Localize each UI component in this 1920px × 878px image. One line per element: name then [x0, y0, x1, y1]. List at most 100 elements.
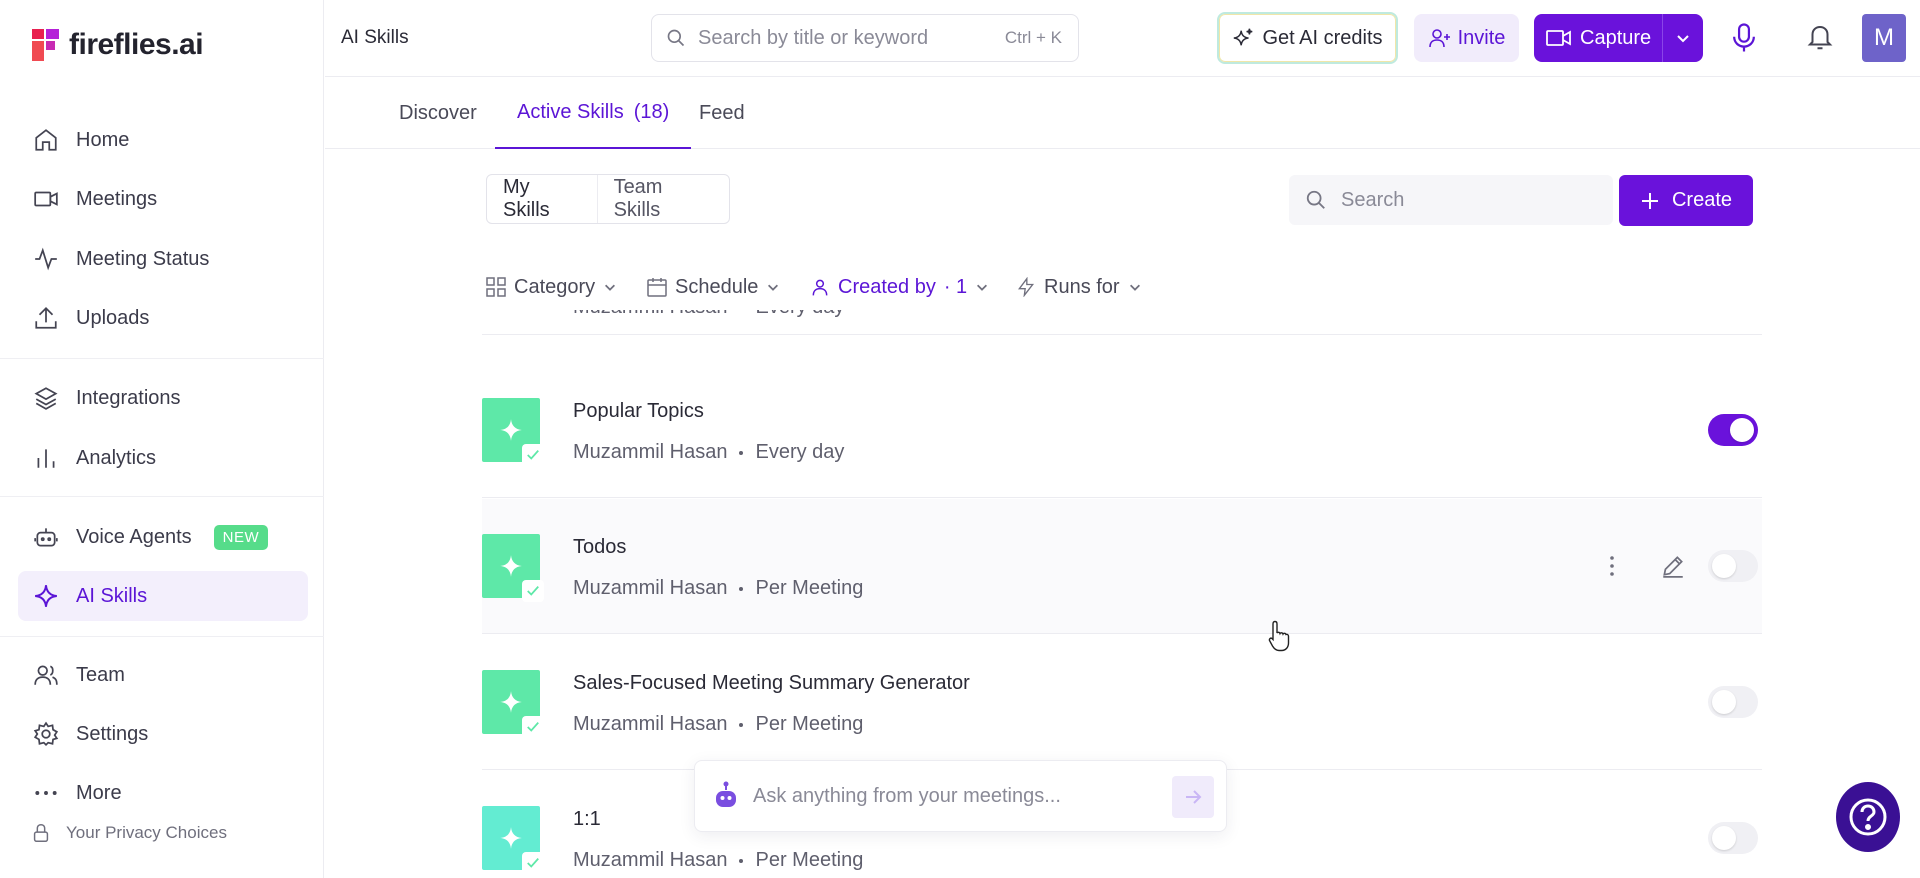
skill-frequency: Per Meeting — [755, 577, 864, 599]
skill-row[interactable]: Todos Muzammil Hasan Per Meeting — [482, 499, 1762, 634]
users-icon — [32, 661, 60, 689]
team-skills-segment[interactable]: Team Skills — [598, 175, 729, 223]
category-filter-label: Category — [514, 275, 596, 298]
microphone-icon — [1733, 23, 1755, 52]
video-icon — [32, 185, 60, 213]
sidebar-item-voice-agents[interactable]: Voice Agents NEW — [18, 512, 308, 562]
sidebar-item-label: Settings — [76, 722, 149, 745]
skills-search-input[interactable] — [1341, 188, 1591, 212]
brand-logo[interactable]: fireflies.ai — [32, 28, 204, 62]
chevron-down-icon — [977, 284, 988, 291]
new-badge: NEW — [213, 524, 269, 550]
sidebar-item-home[interactable]: Home — [18, 115, 308, 165]
more-vertical-icon[interactable] — [1600, 553, 1624, 579]
tab-feed[interactable]: Feed — [699, 78, 745, 149]
edit-pencil-icon[interactable] — [1660, 553, 1686, 579]
skill-title[interactable]: Todos — [573, 536, 626, 559]
notifications-button[interactable] — [1805, 22, 1835, 57]
skill-title[interactable]: Popular Topics — [573, 400, 704, 423]
skill-meta: Muzammil Hasan Per Meeting — [573, 849, 863, 872]
calendar-icon — [647, 278, 667, 297]
tab-active-skills-label: Active Skills — [517, 101, 624, 123]
skills-search[interactable] — [1289, 175, 1613, 225]
skill-icon — [482, 670, 544, 738]
tab-discover[interactable]: Discover — [399, 78, 477, 149]
sidebar-item-ai-skills[interactable]: AI Skills — [18, 571, 308, 621]
sidebar-item-integrations[interactable]: Integrations — [18, 373, 308, 423]
brand-name: fireflies.ai — [69, 28, 204, 61]
skill-enable-toggle[interactable] — [1708, 822, 1758, 854]
privacy-choices-link[interactable]: Your Privacy Choices — [30, 822, 227, 844]
skill-frequency: Per Meeting — [755, 713, 864, 735]
invite-label: Invite — [1457, 26, 1506, 49]
ask-fred-bar[interactable] — [694, 760, 1227, 832]
capture-button[interactable]: Capture — [1534, 14, 1703, 62]
sidebar-item-label: Uploads — [76, 306, 150, 329]
capture-main-button[interactable]: Capture — [1534, 14, 1662, 62]
sparkle-icon — [500, 419, 522, 441]
capture-dropdown-toggle[interactable] — [1663, 30, 1703, 46]
global-search[interactable]: Ctrl + K — [651, 14, 1079, 62]
skill-row[interactable]: Muzammil Hasan Every day — [482, 310, 1762, 335]
microphone-button[interactable] — [1729, 22, 1759, 59]
sparkle-icon — [32, 582, 60, 610]
user-avatar[interactable]: M — [1862, 14, 1906, 62]
global-search-input[interactable] — [698, 26, 998, 50]
runs-for-filter-label: Runs for — [1044, 275, 1120, 298]
search-icon — [667, 29, 685, 47]
chevron-down-icon — [1677, 35, 1689, 43]
sparkle-icon — [500, 691, 522, 713]
get-ai-credits-button[interactable]: Get AI credits — [1217, 12, 1398, 64]
gear-icon — [32, 720, 60, 748]
schedule-filter-label: Schedule — [675, 275, 759, 298]
sidebar-item-analytics[interactable]: Analytics — [18, 433, 308, 483]
video-camera-icon — [1546, 30, 1571, 46]
sidebar-item-label: Meetings — [76, 187, 158, 210]
skill-meta: Muzammil Hasan Per Meeting — [573, 577, 863, 600]
sidebar-item-settings[interactable]: Settings — [18, 709, 308, 759]
skill-enable-toggle[interactable] — [1708, 550, 1758, 582]
sidebar-item-team[interactable]: Team — [18, 650, 308, 700]
sidebar-item-meeting-status[interactable]: Meeting Status — [18, 234, 308, 284]
sidebar-item-uploads[interactable]: Uploads — [18, 293, 308, 343]
privacy-label: Your Privacy Choices — [66, 823, 227, 842]
search-shortcut-hint: Ctrl + K — [1004, 28, 1062, 47]
help-button[interactable] — [1836, 782, 1900, 852]
skill-row[interactable]: Sales-Focused Meeting Summary Generator … — [482, 635, 1762, 770]
schedule-filter[interactable]: Schedule — [647, 272, 780, 302]
sidebar-item-meetings[interactable]: Meetings — [18, 174, 308, 224]
skill-author: Muzammil Hasan — [573, 713, 728, 735]
skill-author: Muzammil Hasan — [573, 310, 727, 319]
skill-enable-toggle[interactable] — [1708, 414, 1758, 446]
chevron-down-icon — [605, 284, 616, 291]
sidebar: fireflies.ai Home Meetings Meeting Statu… — [0, 0, 324, 878]
plus-icon — [1641, 192, 1658, 209]
home-icon — [32, 126, 60, 154]
create-skill-button[interactable]: Create — [1619, 175, 1753, 226]
skill-title[interactable]: 1:1 — [573, 808, 601, 831]
check-icon — [522, 580, 544, 602]
tab-active-skills[interactable]: Active Skills (18) — [495, 78, 692, 149]
meta-separator — [739, 586, 744, 591]
get-ai-credits-label: Get AI credits — [1262, 26, 1383, 49]
invite-button[interactable]: Invite — [1414, 14, 1519, 62]
created-by-filter-label: Created by — [838, 275, 936, 298]
skill-meta: Muzammil Hasan Every day — [573, 441, 844, 464]
category-filter[interactable]: Category — [486, 272, 617, 302]
page-title: AI Skills — [341, 27, 409, 48]
skill-frequency: Every day — [755, 441, 845, 463]
skill-enable-toggle[interactable] — [1708, 686, 1758, 718]
hand-cursor-icon — [1268, 620, 1290, 657]
skill-row[interactable]: Popular Topics Muzammil Hasan Every day — [482, 363, 1762, 498]
ask-input[interactable] — [753, 784, 1153, 808]
sidebar-item-label: Team — [76, 663, 125, 686]
skills-scope-toggle: My Skills Team Skills — [486, 174, 730, 224]
skill-meta: Muzammil Hasan Every day — [573, 310, 844, 319]
skill-title[interactable]: Sales-Focused Meeting Summary Generator — [573, 672, 970, 695]
sidebar-item-more[interactable]: More — [18, 769, 308, 817]
sparkles-icon — [1234, 28, 1253, 46]
created-by-filter[interactable]: Created by · 1 — [810, 272, 989, 302]
my-skills-segment[interactable]: My Skills — [487, 175, 598, 223]
ask-send-button[interactable] — [1172, 776, 1214, 818]
runs-for-filter[interactable]: Runs for — [1016, 272, 1142, 302]
